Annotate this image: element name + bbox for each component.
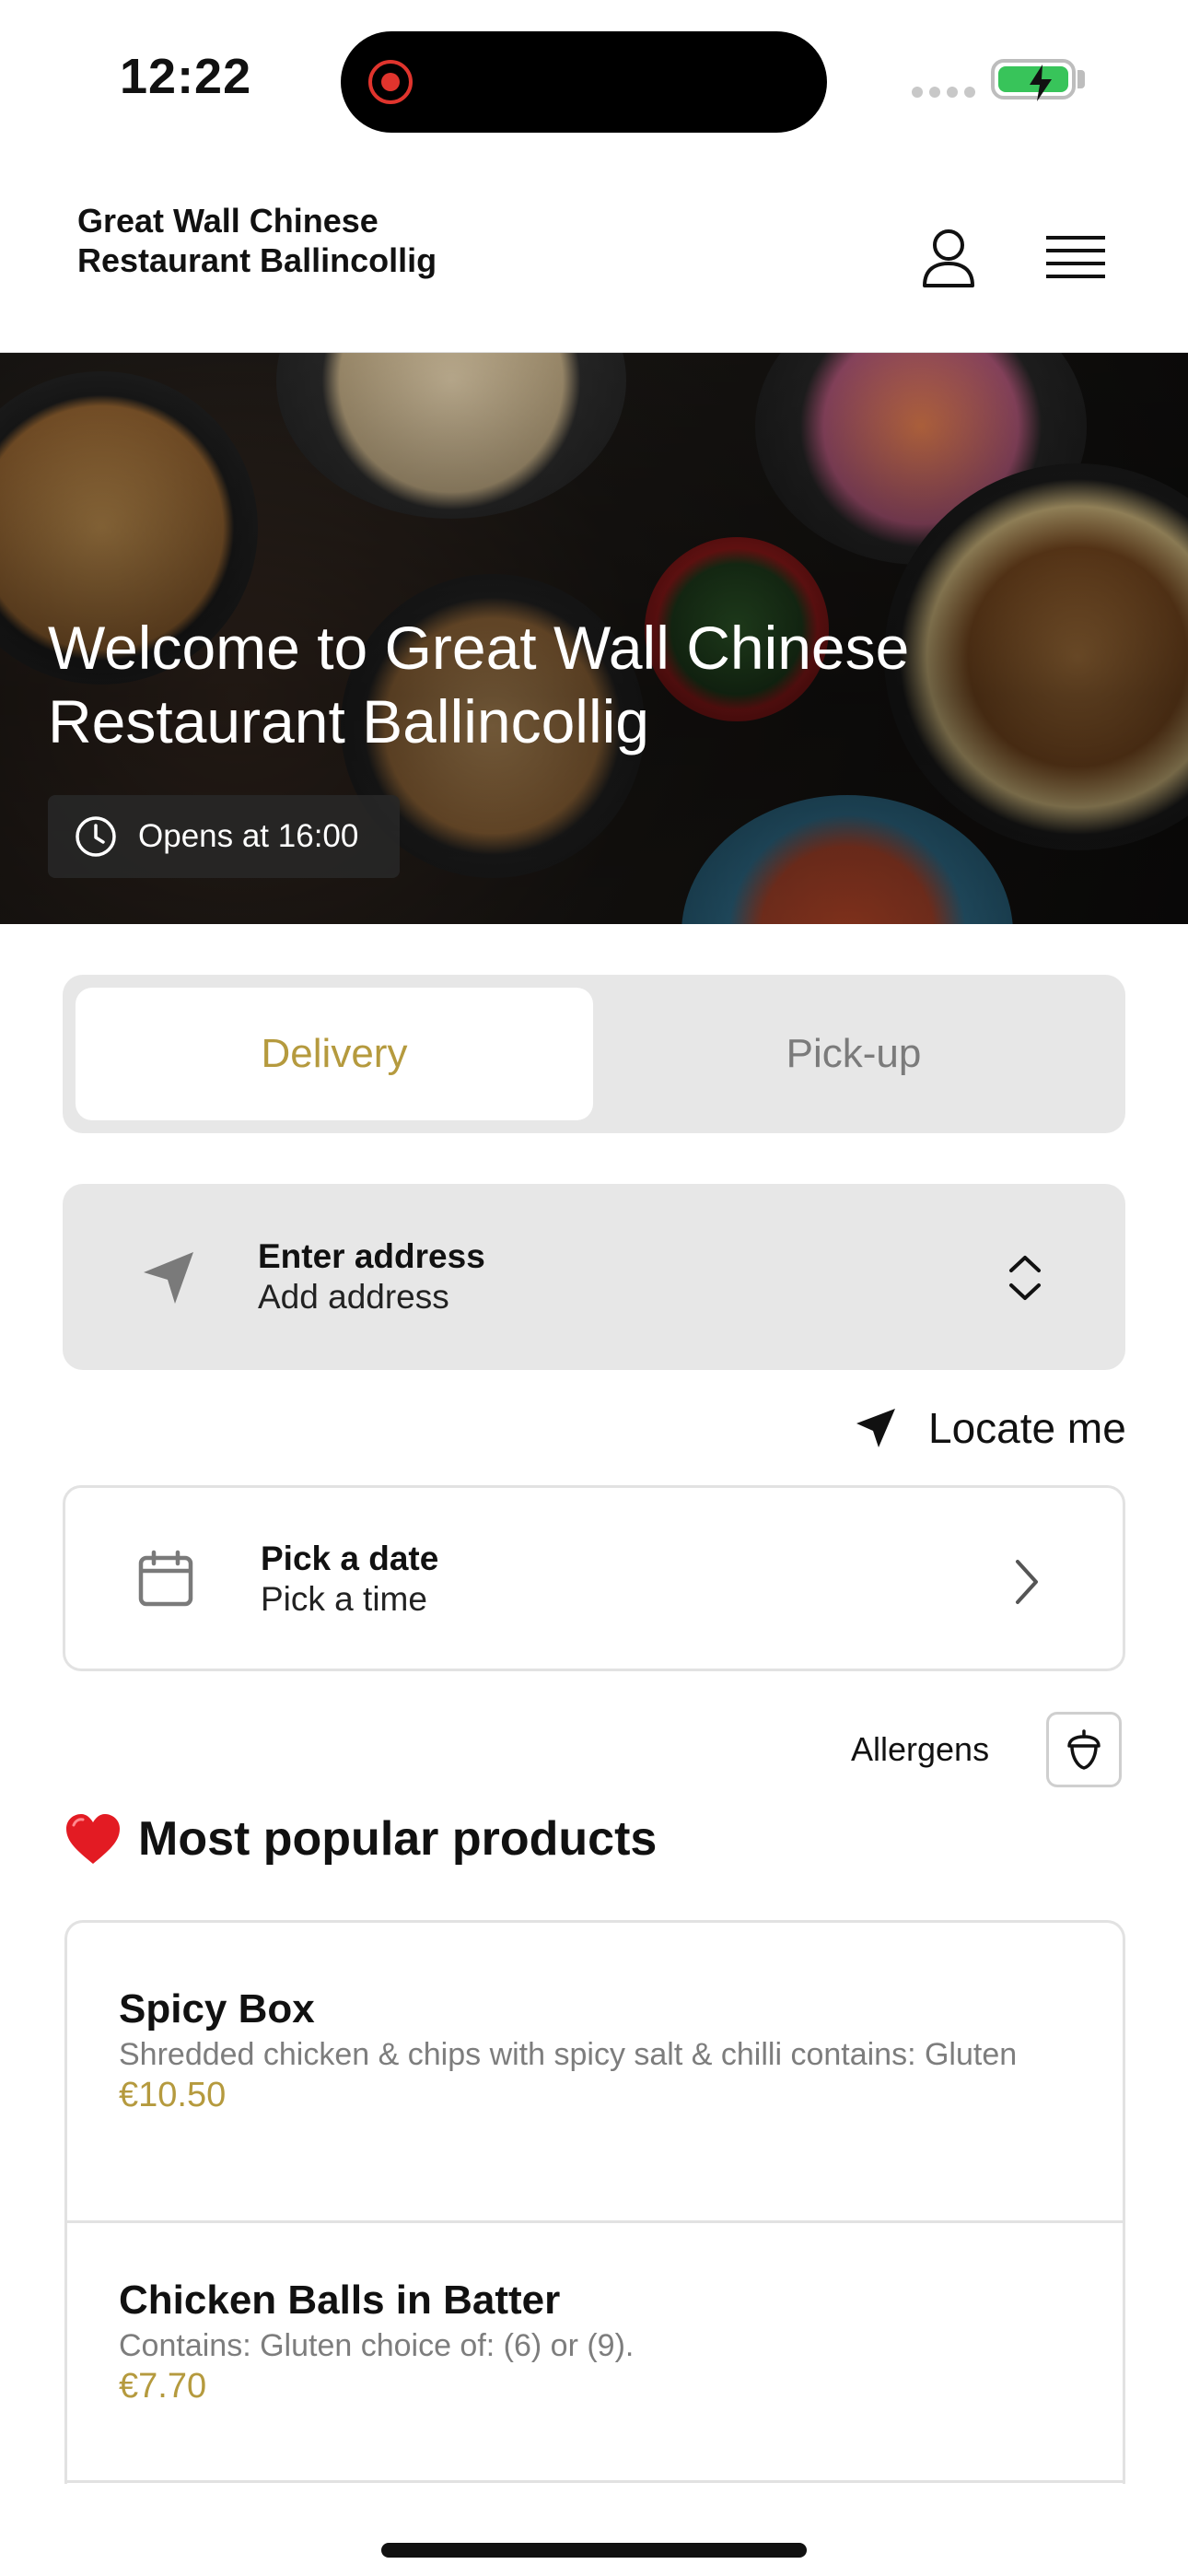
product-card[interactable]: Chicken Balls in Batter Contains: Gluten…	[67, 2223, 1123, 2483]
allergens-label: Allergens	[851, 1730, 990, 1768]
product-name: Spicy Box	[119, 1986, 315, 2032]
battery-tip	[1077, 70, 1085, 88]
date-time-picker[interactable]: Pick a date Pick a time	[63, 1485, 1125, 1671]
navigation-arrow-icon	[856, 1409, 895, 1447]
product-price: €7.70	[119, 2367, 207, 2406]
cellular-signal-icon	[912, 87, 975, 98]
address-title: Enter address	[258, 1237, 485, 1275]
hero-title: Welcome to Great Wall Chinese Restaurant…	[48, 614, 910, 755]
opening-hours-badge: Opens at 16:00	[48, 795, 400, 878]
chevron-up-down-icon	[1009, 1256, 1041, 1300]
screen-recording-icon	[368, 60, 413, 104]
product-price: €10.50	[119, 2076, 227, 2114]
hero-banner: Welcome to Great Wall Chinese Restaurant…	[0, 353, 1188, 924]
date-label: Pick a date	[261, 1540, 439, 1577]
clock-icon	[76, 816, 116, 857]
locate-me-button[interactable]: Locate me	[853, 1399, 1126, 1458]
calendar-icon	[138, 1550, 193, 1607]
product-name: Chicken Balls in Batter	[119, 2277, 561, 2323]
opening-hours-text: Opens at 16:00	[138, 818, 359, 854]
popular-section-title: Most popular products	[64, 1811, 657, 1867]
acorn-icon	[1067, 1729, 1101, 1770]
hamburger-menu-icon	[1046, 236, 1105, 278]
user-icon	[923, 229, 974, 287]
chevron-right-icon	[1016, 1560, 1038, 1604]
status-bar: 12:22	[0, 0, 1188, 157]
popular-title-text: Most popular products	[138, 1812, 658, 1866]
allergens-button[interactable]	[1046, 1712, 1122, 1787]
home-indicator[interactable]	[381, 2543, 807, 2558]
app-header: Great Wall Chinese Restaurant Ballincoll…	[0, 157, 1188, 353]
pickup-tab[interactable]: Pick-up	[595, 988, 1112, 1120]
status-time: 12:22	[120, 49, 252, 104]
time-label: Pick a time	[261, 1580, 427, 1618]
product-description: Contains: Gluten choice of: (6) or (9).	[119, 2328, 635, 2363]
product-description: Shredded chicken & chips with spicy salt…	[119, 2037, 1018, 2072]
order-mode-toggle: Delivery Pick-up	[63, 975, 1125, 1133]
menu-button[interactable]	[1039, 221, 1112, 295]
account-button[interactable]	[912, 221, 985, 295]
battery-icon	[991, 59, 1076, 101]
delivery-tab[interactable]: Delivery	[76, 988, 593, 1120]
dynamic-island	[341, 31, 827, 133]
locate-me-label: Locate me	[928, 1404, 1126, 1452]
address-subtitle: Add address	[258, 1278, 449, 1316]
product-card[interactable]: Spicy Box Shredded chicken & chips with …	[67, 1923, 1123, 2223]
popular-products-list: Spicy Box Shredded chicken & chips with …	[64, 1920, 1125, 2484]
address-selector[interactable]: Enter address Add address	[63, 1184, 1125, 1370]
navigation-arrow-icon	[144, 1252, 193, 1304]
heart-icon	[66, 1814, 120, 1864]
restaurant-name[interactable]: Great Wall Chinese Restaurant Ballincoll…	[77, 201, 464, 280]
